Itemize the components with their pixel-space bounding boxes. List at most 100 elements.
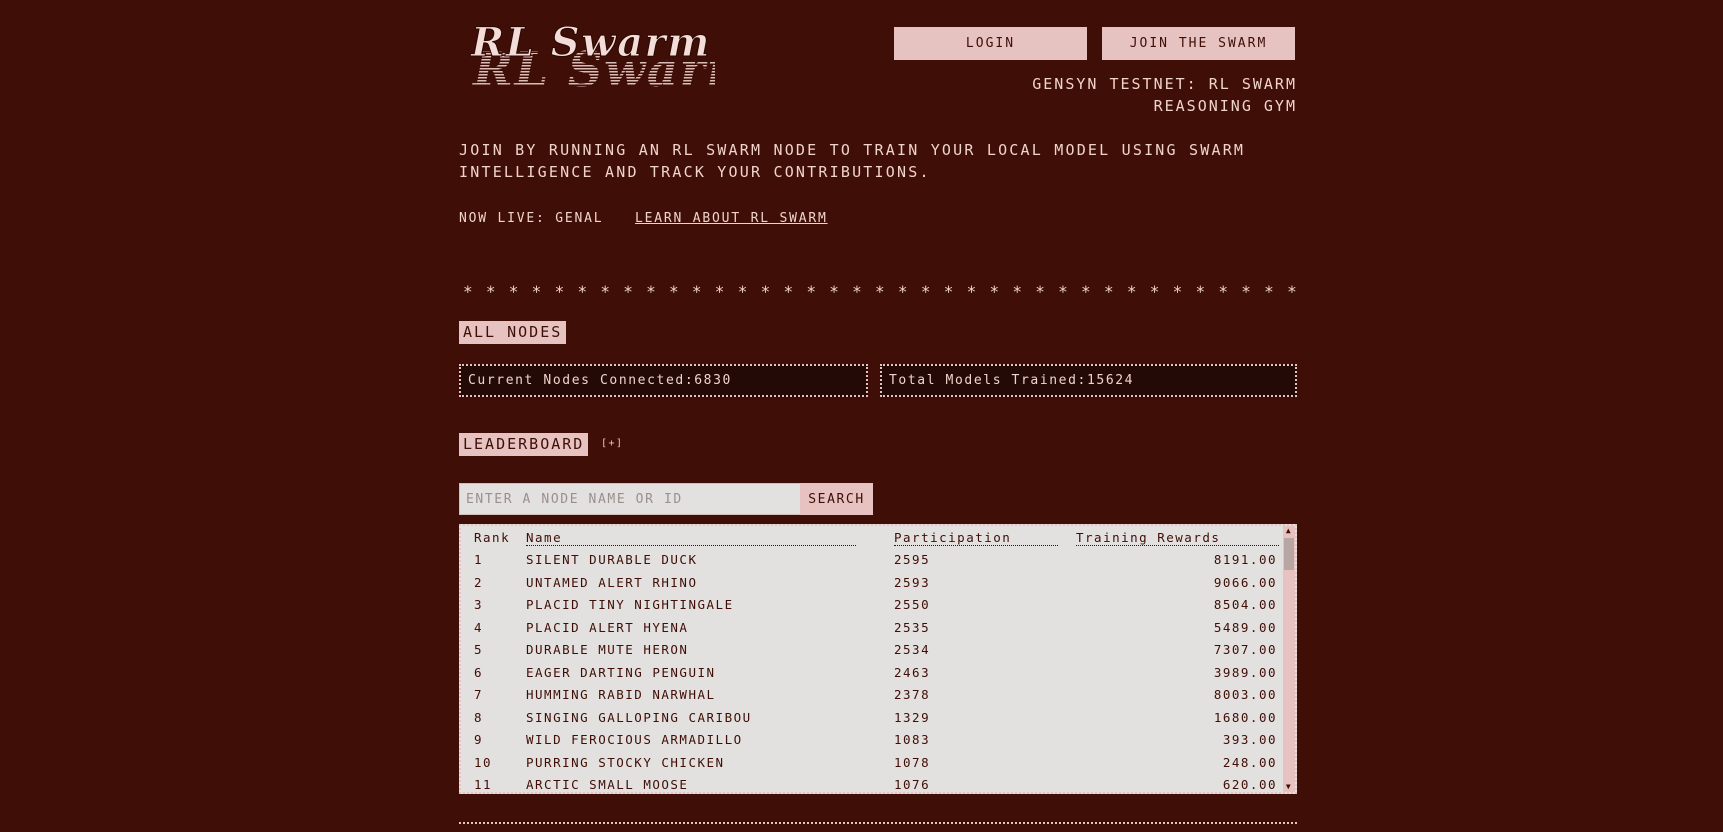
rewards-cell: 248.00 [1222, 754, 1277, 770]
learn-about-link[interactable]: LEARN ABOUT RL SWARM [635, 211, 828, 226]
column-header-rewards[interactable]: Training Rewards [1076, 530, 1279, 546]
star-glyph: * [669, 282, 679, 301]
node-search-input[interactable] [459, 483, 800, 515]
star-glyph: * [1172, 282, 1183, 301]
name-cell: ARCTIC SMALL MOOSE [526, 777, 689, 792]
column-header-participation[interactable]: Participation [894, 530, 1058, 546]
star-glyph: * [1218, 282, 1229, 301]
table-scrollbar[interactable]: ▲ ▼ [1283, 526, 1295, 792]
leaderboard-table[interactable]: Rank Name Participation Training Rewards… [459, 524, 1297, 794]
table-row[interactable]: 9 WILD FEROCIOUS ARMADILLO 1083 393.00 [461, 730, 1295, 753]
now-live-label: NOW LIVE: GENAL [459, 211, 604, 226]
star-glyph: * [1126, 282, 1137, 301]
star-glyph: * [760, 282, 771, 301]
name-cell: HUMMING RABID NARWHAL [526, 687, 716, 702]
rewards-cell: 7307.00 [1213, 642, 1277, 657]
svg-text:RL Swarm: RL Swarm [470, 26, 711, 66]
star-glyph: * [806, 282, 816, 301]
participation-cell: 1076 [894, 777, 931, 792]
models-trained-label: Total Models Trained: [889, 373, 1087, 388]
star-glyph: * [943, 282, 954, 301]
name-cell: PLACID TINY NIGHTINGALE [526, 597, 734, 612]
bottom-divider [459, 822, 1297, 824]
participation-cell: 2534 [894, 642, 931, 657]
page: RL Swarm RL Swarm LOGIN JOIN THE SWARM G… [459, 0, 1297, 832]
rank-cell: 5 [474, 642, 484, 657]
star-glyph: * [852, 282, 862, 301]
star-glyph: * [600, 282, 610, 301]
participation-cell: 2463 [894, 664, 931, 680]
rewards-cell: 1680.00 [1213, 709, 1277, 725]
table-header: Rank Name Participation Training Rewards [461, 526, 1295, 550]
rank-cell: 10 [474, 754, 493, 770]
name-cell: EAGER DARTING PENGUIN [526, 664, 716, 680]
star-glyph: * [897, 282, 908, 301]
star-glyph: * [829, 282, 839, 301]
table-body: 1 SILENT DURABLE DUCK 2595 8191.00 2 UNTAMED … [461, 550, 1295, 792]
rank-cell: 4 [474, 619, 484, 635]
star-glyph: * [531, 282, 542, 301]
nodes-connected-stat: Current Nodes Connected:6830 [459, 364, 868, 397]
table-row[interactable]: 4 PLACID ALERT HYENA 2535 5489.00 [461, 618, 1295, 641]
table-row[interactable]: 10 PURRING STOCKY CHICKEN 1078 248.00 [461, 753, 1295, 776]
rank-cell: 9 [474, 732, 484, 747]
star-glyph: * [1149, 282, 1160, 301]
name-cell: SILENT DURABLE DUCK [526, 552, 698, 567]
participation-cell: 2595 [894, 552, 931, 567]
network-line-2: REASONING GYM [1153, 97, 1297, 115]
expand-icon[interactable]: [+] [601, 438, 624, 449]
join-swarm-button[interactable]: JOIN THE SWARM [1102, 27, 1295, 60]
column-header-name[interactable]: Name [526, 530, 856, 546]
scroll-thumb[interactable] [1284, 538, 1294, 570]
rl-swarm-logo[interactable]: RL Swarm RL Swarm [465, 26, 716, 106]
participation-cell: 2378 [894, 687, 931, 702]
rank-cell: 3 [474, 597, 484, 612]
column-header-rank[interactable]: Rank [474, 530, 510, 545]
table-row[interactable]: 5 DURABLE MUTE HERON 2534 7307.00 [461, 640, 1295, 663]
participation-cell: 1083 [894, 732, 931, 747]
rank-cell: 7 [474, 687, 484, 702]
table-row[interactable]: 11 ARCTIC SMALL MOOSE 1076 620.00 [461, 775, 1295, 792]
star-glyph: * [1058, 282, 1068, 301]
now-live-line: NOW LIVE: GENAL LEARN ABOUT RL SWARM [459, 211, 828, 226]
table-row[interactable]: 1 SILENT DURABLE DUCK 2595 8191.00 [461, 550, 1295, 573]
star-glyph: * [737, 282, 748, 301]
star-divider: * * * * * * * * * * * * * * * * * * * * * * * * * * * * * * * * * * * * * [463, 282, 1297, 301]
table-row[interactable]: 3 PLACID TINY NIGHTINGALE 2550 8504.00 [461, 595, 1295, 618]
name-cell: UNTAMED ALERT RHINO [526, 574, 698, 590]
search-button[interactable]: SEARCH [800, 483, 873, 515]
rewards-cell: 8504.00 [1213, 597, 1277, 612]
rewards-cell: 393.00 [1222, 732, 1277, 747]
star-glyph: * [714, 282, 725, 301]
name-cell: PLACID ALERT HYENA [526, 619, 689, 635]
star-glyph: * [485, 282, 496, 301]
rank-cell: 1 [474, 552, 484, 567]
rewards-cell: 5489.00 [1213, 619, 1277, 635]
node-search: SEARCH [459, 483, 873, 515]
star-glyph: * [1195, 282, 1206, 301]
star-glyph: * [554, 282, 565, 301]
models-trained-value: 15624 [1086, 373, 1135, 388]
participation-cell: 1329 [894, 709, 931, 725]
rewards-cell: 8003.00 [1213, 687, 1277, 702]
star-glyph: * [691, 282, 702, 301]
star-glyph: * [508, 282, 519, 301]
name-cell: SINGING GALLOPING CARIBOU [526, 709, 752, 725]
table-row[interactable]: 2 UNTAMED ALERT RHINO 2593 9066.00 [461, 573, 1295, 596]
network-line-1: GENSYN TESTNET: RL SWARM [1032, 75, 1297, 93]
participation-cell: 2550 [894, 597, 931, 612]
star-glyph: * [783, 282, 794, 301]
scroll-up-icon[interactable]: ▲ [1283, 526, 1295, 536]
star-glyph: * [1103, 282, 1114, 301]
scroll-down-icon[interactable]: ▼ [1283, 782, 1295, 792]
models-trained-stat: Total Models Trained:15624 [880, 364, 1297, 397]
star-glyph: * [1287, 282, 1297, 301]
rank-cell: 11 [474, 777, 493, 792]
table-row[interactable]: 7 HUMMING RABID NARWHAL 2378 8003.00 [461, 685, 1295, 708]
table-row[interactable]: 8 SINGING GALLOPING CARIBOU 1329 1680.00 [461, 708, 1295, 731]
rewards-cell: 9066.00 [1213, 574, 1277, 590]
login-button[interactable]: LOGIN [894, 27, 1087, 60]
star-glyph: * [577, 282, 588, 301]
table-row[interactable]: 6 EAGER DARTING PENGUIN 2463 3989.00 [461, 663, 1295, 686]
star-glyph: * [623, 282, 633, 301]
